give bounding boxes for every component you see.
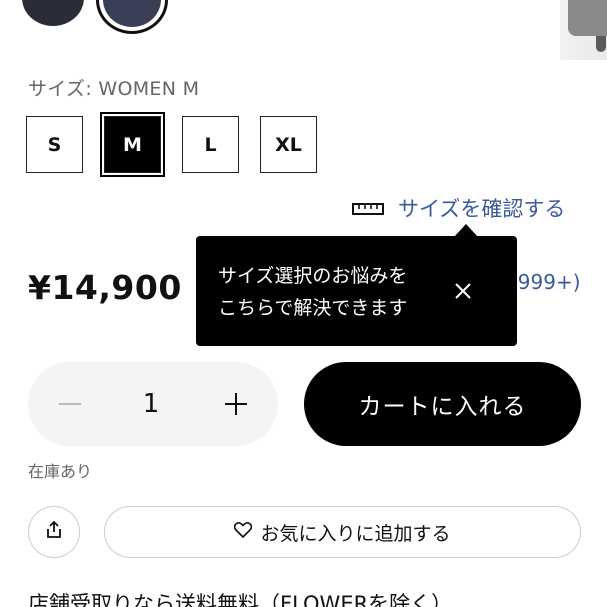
tooltip-line-1: サイズ選択のお悩みを	[218, 265, 408, 287]
size-guide-label: サイズを確認する	[398, 197, 566, 221]
favorite-label: お気に入りに追加する	[260, 522, 451, 545]
store-pickup-promo: 店舗受取りなら送料無料（FLOWERを除く）	[28, 592, 453, 607]
heart-icon	[234, 521, 253, 543]
stock-status: 在庫あり	[28, 462, 93, 481]
color-swatch-dark-navy[interactable]	[22, 0, 84, 26]
product-image	[560, 0, 607, 60]
quantity-stepper: 1	[28, 362, 278, 446]
size-help-tooltip: サイズ選択のお悩みを こちらで解決できます	[196, 236, 517, 346]
share-button[interactable]	[28, 506, 80, 558]
add-to-cart-button[interactable]: カートに入れる	[304, 362, 581, 446]
size-option-xl[interactable]: XL	[260, 116, 317, 173]
hanger-graphic	[596, 36, 606, 52]
minus-icon[interactable]	[50, 384, 90, 424]
size-option-s[interactable]: S	[26, 116, 83, 173]
ruler-icon	[352, 200, 384, 216]
size-option-m[interactable]: M	[100, 112, 165, 177]
share-icon	[44, 520, 64, 544]
price-tag-graphic	[568, 0, 607, 36]
plus-icon[interactable]	[216, 384, 256, 424]
tooltip-line-2: こちらで解決できます	[218, 297, 408, 319]
quantity-value[interactable]: 1	[128, 384, 174, 424]
close-icon[interactable]	[448, 276, 478, 306]
tooltip-text: サイズ選択のお悩みを こちらで解決できます	[218, 260, 448, 324]
size-guide-link[interactable]: サイズを確認する	[352, 193, 565, 223]
price: ¥14,900	[28, 268, 182, 307]
size-option-l[interactable]: L	[182, 116, 239, 173]
add-to-favorites-button[interactable]: お気に入りに追加する	[104, 506, 581, 558]
size-label: サイズ: WOMEN M	[28, 78, 200, 100]
review-count-link[interactable]: (999+)	[510, 270, 581, 294]
